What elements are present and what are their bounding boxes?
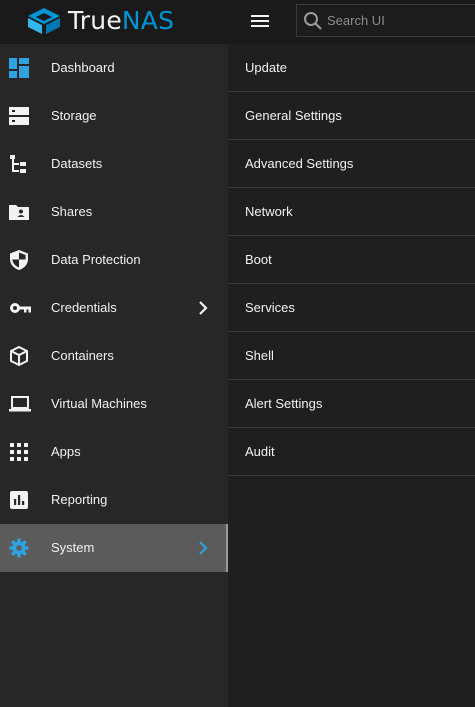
system-submenu: Update General Settings Advanced Setting… (228, 44, 475, 707)
sidebar-item-label: Data Protection (51, 252, 141, 267)
sidebar-item-system[interactable]: System (0, 524, 228, 572)
sidebar: Dashboard Storage Datasets Shares Data P… (0, 44, 228, 707)
hamburger-menu-button[interactable] (247, 9, 273, 33)
submenu-item-alert-settings[interactable]: Alert Settings (228, 380, 475, 428)
top-bar: TrueNAS (0, 0, 475, 44)
truenas-logo[interactable]: TrueNAS (26, 4, 174, 38)
logo-text: TrueNAS (68, 4, 174, 38)
sidebar-item-dashboard[interactable]: Dashboard (0, 44, 228, 92)
submenu-item-general-settings[interactable]: General Settings (228, 92, 475, 140)
submenu-item-advanced-settings[interactable]: Advanced Settings (228, 140, 475, 188)
laptop-icon (9, 394, 31, 414)
sidebar-item-label: Apps (51, 444, 81, 459)
sidebar-item-label: Shares (51, 204, 93, 219)
gear-icon (9, 538, 29, 558)
shield-icon (9, 250, 29, 270)
sidebar-item-label: Virtual Machines (51, 396, 147, 411)
search-icon (304, 11, 322, 30)
key-icon (9, 298, 31, 318)
datasets-icon (9, 154, 29, 174)
sidebar-item-data-protection[interactable]: Data Protection (0, 236, 228, 284)
logo-text-suffix: NAS (121, 6, 175, 35)
sidebar-item-label: Credentials (51, 300, 117, 315)
container-box-icon (9, 346, 29, 366)
sidebar-item-reporting[interactable]: Reporting (0, 476, 228, 524)
search-box[interactable] (296, 4, 475, 37)
truenas-logo-icon (28, 8, 60, 34)
sidebar-item-label: Datasets (51, 156, 103, 171)
hamburger-icon (251, 15, 269, 27)
submenu-item-network[interactable]: Network (228, 188, 475, 236)
submenu-item-services[interactable]: Services (228, 284, 475, 332)
chevron-right-icon (196, 300, 210, 316)
sidebar-item-label: Reporting (51, 492, 108, 507)
submenu-item-update[interactable]: Update (228, 44, 475, 92)
apps-grid-icon (9, 442, 29, 462)
search-input[interactable] (327, 13, 475, 28)
chevron-right-icon (196, 540, 210, 556)
sidebar-item-shares[interactable]: Shares (0, 188, 228, 236)
sidebar-item-label: System (51, 540, 95, 555)
shares-folder-icon (9, 202, 29, 222)
sidebar-item-label: Containers (51, 348, 114, 363)
reporting-chart-icon (9, 490, 29, 510)
sidebar-item-storage[interactable]: Storage (0, 92, 228, 140)
sidebar-item-label: Storage (51, 108, 97, 123)
sidebar-item-apps[interactable]: Apps (0, 428, 228, 476)
submenu-item-shell[interactable]: Shell (228, 332, 475, 380)
sidebar-item-containers[interactable]: Containers (0, 332, 228, 380)
storage-icon (9, 106, 29, 126)
submenu-item-boot[interactable]: Boot (228, 236, 475, 284)
logo-text-prefix: True (68, 6, 122, 35)
sidebar-item-label: Dashboard (51, 60, 115, 75)
dashboard-icon (9, 58, 29, 78)
sidebar-item-datasets[interactable]: Datasets (0, 140, 228, 188)
sidebar-item-credentials[interactable]: Credentials (0, 284, 228, 332)
sidebar-item-virtual-machines[interactable]: Virtual Machines (0, 380, 228, 428)
submenu-item-audit[interactable]: Audit (228, 428, 475, 476)
